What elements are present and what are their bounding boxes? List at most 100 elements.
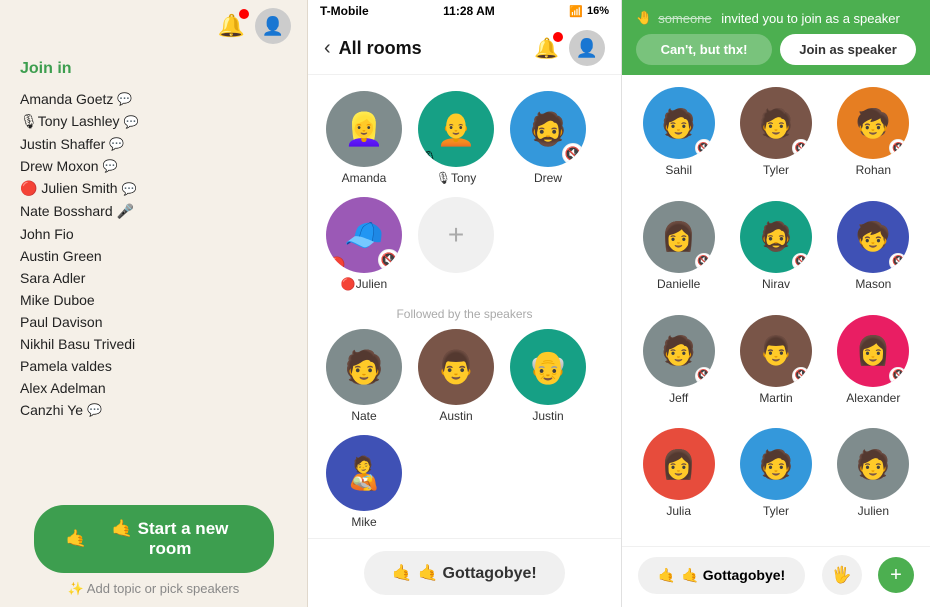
status-bar: T-Mobile 11:28 AM 📶 16% <box>308 0 621 22</box>
left-panel: 🔔 👤 Join in Amanda Goetz 💬 🎙Tony Lashley… <box>0 0 308 607</box>
add-button-right[interactable]: + <box>878 557 914 593</box>
speaker-item[interactable]: 👱‍♀️ Amanda <box>324 91 404 185</box>
start-room-button[interactable]: 🤙 🤙 Start a new room <box>34 505 274 573</box>
speaker-item[interactable]: 🧔 🔇 Drew <box>508 91 588 185</box>
speaker-item[interactable]: 🧢 🔴 🔇 🔴Julien <box>324 197 404 291</box>
room-content: 👱‍♀️ Amanda 🧑‍🦲 🎙 🎙Tony 🧔 🔇 Drew <box>308 75 621 538</box>
audience-item[interactable]: 🧒 🔇 Mason <box>829 201 918 307</box>
list-item[interactable]: Pamela valdes <box>20 355 287 377</box>
list-item[interactable]: 🎙Tony Lashley 💬 <box>20 110 287 133</box>
cant-button[interactable]: Can't, but thx! <box>636 34 772 65</box>
list-item[interactable]: John Fio <box>20 223 287 245</box>
audience-item[interactable]: 🧔 🔇 Nirav <box>731 201 820 307</box>
audience-item[interactable]: 🧑 🔇 Sahil <box>634 87 723 193</box>
list-item[interactable]: Sara Adler <box>20 267 287 289</box>
list-item[interactable]: Austin Green <box>20 245 287 267</box>
audience-avatar: 🧒 🔇 <box>837 87 909 159</box>
carrier: T-Mobile <box>320 4 369 18</box>
leave-icon: 🤙 <box>392 563 412 583</box>
add-speaker-button[interactable]: + <box>418 197 494 273</box>
audience-name: Tyler <box>763 163 789 177</box>
mic-off-badge: 🔇 <box>562 143 584 165</box>
audience-item[interactable]: 👩 🔇 Danielle <box>634 201 723 307</box>
audience-avatar: 👩 <box>643 428 715 500</box>
notification-bell-middle[interactable]: 🔔 <box>534 36 559 61</box>
raise-hand-button[interactable]: 🖐 <box>822 555 862 595</box>
mic-off-badge: 🔇 <box>378 249 400 271</box>
invite-text: 🤚 someone invited you to join as a speak… <box>636 10 916 26</box>
battery-icon: 16% <box>587 5 609 17</box>
audience-item[interactable]: 👴 Justin <box>508 329 588 423</box>
audience-item[interactable]: 🧑 Nate <box>324 329 404 423</box>
audience-item[interactable]: 🧑‍🍼 Mike <box>324 435 404 529</box>
audience-avatar: 👨 <box>418 329 494 405</box>
audience-item[interactable]: 👩 🔇 Alexander <box>829 315 918 421</box>
add-speaker-item[interactable]: + <box>416 197 496 291</box>
list-item[interactable]: Amanda Goetz 💬 <box>20 88 287 110</box>
audience-avatar: 👩 🔇 <box>643 201 715 273</box>
mic-badge: 🔇 <box>889 139 907 157</box>
speaker-item[interactable]: 🧑‍🦲 🎙 🎙Tony <box>416 91 496 185</box>
audience-item[interactable]: 🧑 🔇 Tyler <box>731 87 820 193</box>
list-item[interactable]: Mike Duboe <box>20 289 287 311</box>
audience-name: Tyler <box>763 504 789 518</box>
audience-item[interactable]: 👨 Austin <box>416 329 496 423</box>
time: 11:28 AM <box>443 4 495 18</box>
audience-avatar: 🧑 <box>326 329 402 405</box>
audience-item[interactable]: 🧑 Tyler <box>731 428 820 534</box>
add-topic-label[interactable]: ✨ Add topic or pick speakers <box>68 581 240 597</box>
audience-name: Julien <box>858 504 889 518</box>
header-right: 🔔 👤 <box>534 30 605 66</box>
leave-label-right: 🤙 Gottagobye! <box>681 567 785 584</box>
list-item[interactable]: 🔴 Julien Smith 💬 <box>20 177 287 200</box>
audience-item[interactable]: 👩 Julia <box>634 428 723 534</box>
list-item[interactable]: Paul Davison <box>20 311 287 333</box>
list-item[interactable]: Drew Moxon 💬 <box>20 155 287 177</box>
audience-avatar: 👩 🔇 <box>837 315 909 387</box>
list-item[interactable]: Canzhi Ye 💬 <box>20 399 287 421</box>
list-item[interactable]: Alex Adelman <box>20 377 287 399</box>
back-button[interactable]: ‹ <box>324 37 331 60</box>
audience-name: Nate <box>351 409 376 423</box>
audience-name: Alexander <box>846 391 900 405</box>
audience-item[interactable]: 🧒 🔇 Rohan <box>829 87 918 193</box>
join-speaker-button[interactable]: Join as speaker <box>780 34 916 65</box>
list-item[interactable]: Justin Shaffer 💬 <box>20 133 287 155</box>
audience-item[interactable]: 🧑 🔇 Jeff <box>634 315 723 421</box>
mic-badge: 🔇 <box>695 253 713 271</box>
raise-hand-icon: 🖐 <box>832 565 852 585</box>
audience-avatar: 🧑 🔇 <box>643 87 715 159</box>
audience-avatar: 🧑 <box>837 428 909 500</box>
speakers-grid: 👱‍♀️ Amanda 🧑‍🦲 🎙 🎙Tony 🧔 🔇 Drew <box>324 91 605 291</box>
speaker-avatar: 🧔 🔇 <box>510 91 586 167</box>
audience-item[interactable]: 👨 🔇 Martin <box>731 315 820 421</box>
people-list: Amanda Goetz 💬 🎙Tony Lashley 💬 Justin Sh… <box>0 88 307 489</box>
audience-avatar: 🧑 🔇 <box>740 87 812 159</box>
status-icons: 📶 16% <box>569 5 609 18</box>
header-left: ‹ All rooms <box>324 37 422 60</box>
list-item[interactable]: Nate Bosshard 🎤 <box>20 200 287 223</box>
audience-name: Sahil <box>665 163 692 177</box>
audience-name: Martin <box>759 391 792 405</box>
list-item[interactable]: Nikhil Basu Trivedi <box>20 333 287 355</box>
start-room-icon: 🤙 <box>66 529 87 549</box>
user-avatar[interactable]: 👤 <box>255 8 291 44</box>
notification-bell[interactable]: 🔔 <box>218 13 245 39</box>
mic-badge: 🔇 <box>695 367 713 385</box>
user-avatar-middle[interactable]: 👤 <box>569 30 605 66</box>
leave-button-right[interactable]: 🤙 🤙 Gottagobye! <box>638 557 805 594</box>
right-panel: 🤚 someone invited you to join as a speak… <box>622 0 930 607</box>
audience-item[interactable]: 🧑 Julien <box>829 428 918 534</box>
leave-button-middle[interactable]: 🤙 🤙 Gottagobye! <box>364 551 565 595</box>
audience-name: Justin <box>532 409 563 423</box>
speaker-name: 🎙Tony <box>436 171 477 185</box>
mic-badge: 🔇 <box>889 367 907 385</box>
audience-avatar: 🧒 🔇 <box>837 201 909 273</box>
invite-message: someone <box>658 11 711 26</box>
speaker-name: 🔴Julien <box>341 277 387 291</box>
leave-icon-right: 🤙 <box>658 567 675 584</box>
speaker-name: Amanda <box>342 171 387 185</box>
page-title: All rooms <box>339 38 422 59</box>
signal-icon: 📶 <box>569 5 583 18</box>
speaker-name: Drew <box>534 171 562 185</box>
